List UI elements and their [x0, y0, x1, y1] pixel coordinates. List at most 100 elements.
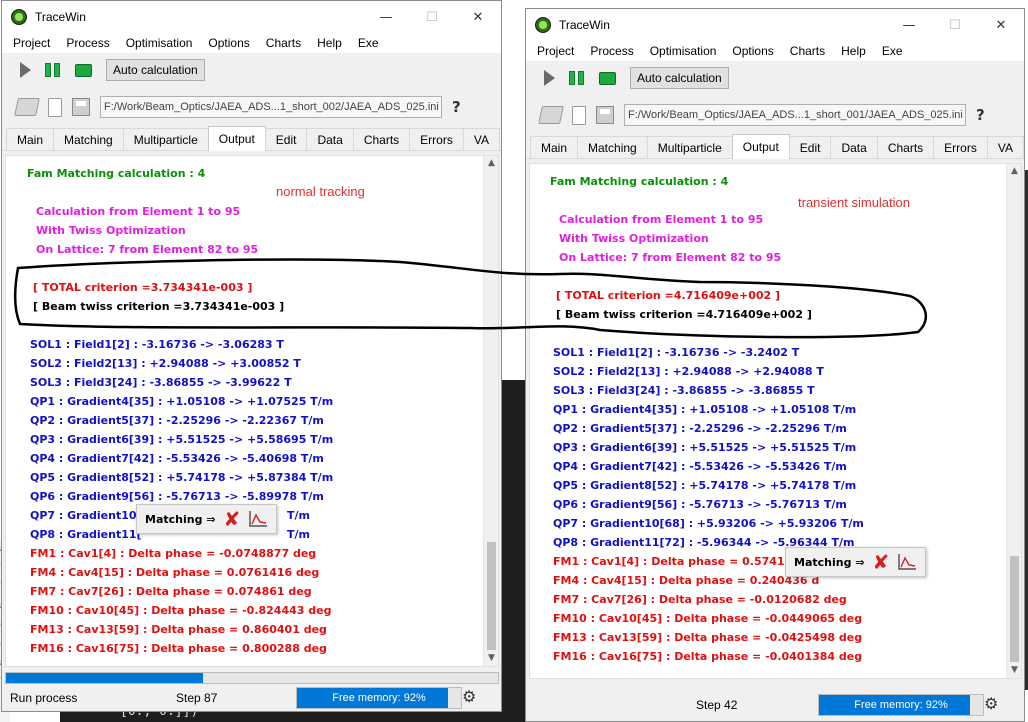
tab-va[interactable]: VA: [462, 128, 500, 150]
tab-matching[interactable]: Matching: [53, 128, 124, 150]
result-line: SOL1 : Field1[2] : -3.16736 -> -3.06283 …: [30, 338, 284, 351]
maximize-button[interactable]: ☐: [932, 9, 978, 41]
menu-project[interactable]: Project: [529, 44, 582, 58]
tab-edit[interactable]: Edit: [788, 136, 832, 158]
result-line: QP4 : Gradient7[42] : -5.53426 -> -5.406…: [30, 452, 324, 465]
plot-icon[interactable]: [897, 553, 917, 571]
save-icon[interactable]: [72, 98, 90, 116]
menu-process[interactable]: Process: [582, 44, 641, 58]
phase-line: FM7 : Cav7[26] : Delta phase = 0.074861 …: [30, 585, 312, 598]
tracewin-window-right: TraceWin — ☐ ✕ Project Process Optimisat…: [525, 8, 1025, 722]
tab-main[interactable]: Main: [530, 136, 579, 158]
auto-calculation-button[interactable]: Auto calculation: [630, 67, 729, 89]
help-icon[interactable]: ?: [452, 98, 461, 116]
title-bar[interactable]: TraceWin — ☐ ✕: [526, 9, 1024, 41]
help-icon[interactable]: ?: [976, 106, 985, 124]
tab-errors[interactable]: Errors: [409, 128, 464, 150]
result-line: SOL3 : Field3[24] : -3.86855 -> -3.99622…: [30, 376, 292, 389]
pause-icon[interactable]: [45, 63, 61, 77]
free-memory-bar: Free memory: 92%: [818, 694, 984, 716]
plot-icon[interactable]: [248, 510, 268, 528]
reject-icon[interactable]: ✘: [224, 509, 241, 529]
output-panel[interactable]: Fam Matching calculation : 4 normal trac…: [5, 155, 499, 667]
menu-process[interactable]: Process: [58, 36, 117, 50]
scroll-up-arrow[interactable]: ▲: [1007, 164, 1021, 179]
menu-help[interactable]: Help: [833, 44, 874, 58]
runner-icon[interactable]: ⚙: [462, 687, 482, 707]
result-line: QP6 : Gradient9[56] : -5.76713 -> -5.899…: [30, 490, 324, 503]
status-run-process: Run process: [10, 691, 78, 705]
reject-icon[interactable]: ✘: [873, 552, 890, 572]
tab-bar: Main Matching Multiparticle Output Edit …: [2, 126, 501, 151]
tab-errors[interactable]: Errors: [933, 136, 988, 158]
result-line-tail: T/m: [287, 528, 310, 541]
scroll-up-arrow[interactable]: ▲: [484, 156, 498, 171]
folder-icon[interactable]: [14, 98, 40, 116]
tab-multiparticle[interactable]: Multiparticle: [646, 136, 733, 158]
output-panel[interactable]: Fam Matching calculation : 4 transient s…: [529, 163, 1022, 679]
menu-optimisation[interactable]: Optimisation: [118, 36, 201, 50]
scroll-down-arrow[interactable]: ▼: [484, 651, 498, 666]
calc-range-line: Calculation from Element 1 to 95: [36, 205, 241, 218]
play-icon[interactable]: [20, 62, 31, 78]
close-button[interactable]: ✕: [978, 9, 1024, 41]
title-bar[interactable]: TraceWin — ☐ ✕: [2, 1, 501, 33]
menu-help[interactable]: Help: [309, 36, 350, 50]
phase-line: FM1 : Cav1[4] : Delta phase = 0.574158 d: [553, 555, 812, 568]
stop-icon[interactable]: [75, 63, 92, 77]
tab-charts[interactable]: Charts: [876, 136, 935, 158]
result-line: QP4 : Gradient7[42] : -5.53426 -> -5.534…: [553, 460, 847, 473]
menu-charts[interactable]: Charts: [782, 44, 833, 58]
tab-bar: Main Matching Multiparticle Output Edit …: [526, 134, 1024, 159]
menu-options[interactable]: Options: [724, 44, 781, 58]
result-line: QP5 : Gradient8[52] : +5.74178 -> +5.741…: [553, 479, 857, 492]
menu-options[interactable]: Options: [200, 36, 257, 50]
result-line-tail: T/m: [287, 509, 310, 522]
pause-icon[interactable]: [569, 71, 585, 85]
tab-output[interactable]: Output: [207, 126, 266, 151]
menu-charts[interactable]: Charts: [258, 36, 309, 50]
stop-icon[interactable]: [599, 71, 616, 85]
menu-exe[interactable]: Exe: [874, 44, 911, 58]
calc-range-line: Calculation from Element 1 to 95: [559, 213, 764, 226]
tab-va[interactable]: VA: [986, 136, 1024, 158]
project-path-field[interactable]: F:/Work/Beam_Optics/JAEA_ADS...1_short_0…: [624, 104, 966, 126]
project-path-field[interactable]: F:/Work/Beam_Optics/JAEA_ADS...1_short_0…: [100, 96, 442, 118]
auto-calculation-button[interactable]: Auto calculation: [106, 59, 205, 81]
window-controls: — ☐ ✕: [363, 1, 501, 33]
annotation-normal-tracking: normal tracking: [276, 184, 365, 199]
tab-output[interactable]: Output: [731, 134, 790, 159]
folder-icon[interactable]: [538, 106, 564, 124]
scroll-thumb[interactable]: [487, 542, 496, 650]
tab-edit[interactable]: Edit: [264, 128, 308, 150]
window-controls: — ☐ ✕: [886, 9, 1024, 41]
result-line: QP7 : Gradient10[6: [30, 509, 150, 522]
new-page-icon[interactable]: [572, 105, 586, 125]
tab-data[interactable]: Data: [830, 136, 878, 158]
menu-optimisation[interactable]: Optimisation: [642, 44, 725, 58]
runner-icon[interactable]: ⚙: [984, 694, 1004, 714]
tab-charts[interactable]: Charts: [352, 128, 411, 150]
scroll-thumb[interactable]: [1010, 556, 1019, 662]
matching-popup: Matching ⇒ ✘: [785, 547, 927, 577]
new-page-icon[interactable]: [48, 97, 62, 117]
menu-project[interactable]: Project: [5, 36, 58, 50]
output-scrollbar[interactable]: ▲ ▼: [483, 156, 498, 666]
tab-multiparticle[interactable]: Multiparticle: [122, 128, 209, 150]
tab-matching[interactable]: Matching: [577, 136, 648, 158]
beam-twiss-criterion: [ Beam twiss criterion =4.716409e+002 ]: [556, 308, 812, 321]
scroll-down-arrow[interactable]: ▼: [1007, 663, 1021, 678]
result-line: SOL2 : Field2[13] : +2.94088 -> +3.00852…: [30, 357, 301, 370]
output-scrollbar[interactable]: ▲ ▼: [1006, 164, 1021, 678]
minimize-button[interactable]: —: [363, 1, 409, 33]
menu-exe[interactable]: Exe: [350, 36, 387, 50]
tab-data[interactable]: Data: [306, 128, 354, 150]
play-icon[interactable]: [544, 70, 555, 86]
maximize-button[interactable]: ☐: [409, 1, 455, 33]
phase-line: FM4 : Cav4[15] : Delta phase = 0.0761416…: [30, 566, 320, 579]
close-button[interactable]: ✕: [455, 1, 501, 33]
tab-main[interactable]: Main: [6, 128, 55, 150]
phase-line: FM10 : Cav10[45] : Delta phase = -0.0449…: [553, 612, 863, 625]
save-icon[interactable]: [596, 106, 614, 124]
minimize-button[interactable]: —: [886, 9, 932, 41]
